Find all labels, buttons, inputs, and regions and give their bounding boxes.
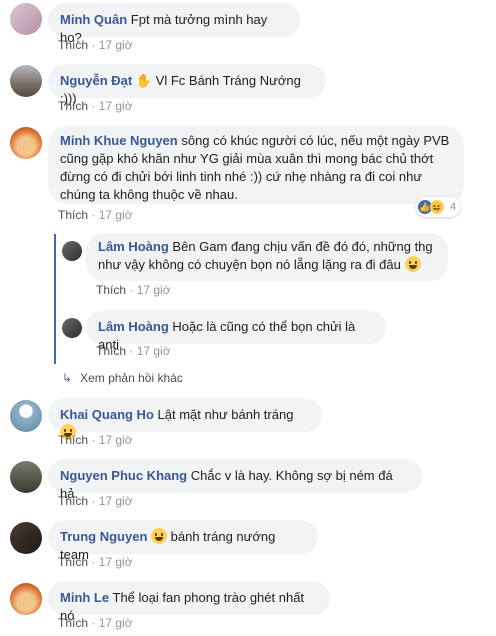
comment-text: Lật mặt như bánh tráng	[157, 407, 294, 422]
timestamp[interactable]: 17 giờ	[99, 433, 133, 447]
timestamp[interactable]: 17 giờ	[99, 208, 133, 222]
avatar[interactable]	[10, 3, 42, 35]
timestamp[interactable]: 17 giờ	[137, 344, 171, 358]
timestamp[interactable]: 17 giờ	[99, 38, 133, 52]
like-link[interactable]: Thích	[58, 616, 88, 630]
comment-meta: Thích · 17 giờ	[58, 616, 133, 630]
comment-bubble: Minh Khue Nguyen sông có khúc người có l…	[48, 126, 464, 204]
comment-author[interactable]: Minh Khue Nguyen	[60, 133, 178, 148]
reactions-summary[interactable]: 👍 😆 4	[416, 197, 461, 217]
reply-meta: Thích · 17 giờ	[96, 344, 171, 358]
avatar[interactable]	[10, 461, 42, 493]
reply-author[interactable]: Lâm Hoàng	[98, 239, 169, 254]
timestamp[interactable]: 17 giờ	[99, 494, 133, 508]
like-link[interactable]: Thích	[58, 38, 88, 52]
comment-author[interactable]: Nguyen Phuc Khang	[60, 468, 187, 483]
avatar[interactable]	[62, 241, 82, 261]
avatar[interactable]	[62, 318, 82, 338]
reaction-count: 4	[450, 201, 457, 213]
like-link[interactable]: Thích	[96, 283, 126, 297]
comment-bubble: Minh Le Thể loại fan phong trào ghét nhấ…	[48, 581, 330, 623]
reply-thread-line	[54, 234, 56, 364]
comment-author[interactable]: Nguyễn Đạt	[60, 73, 132, 88]
avatar[interactable]	[10, 400, 42, 432]
comment-author[interactable]: Minh Le	[60, 590, 109, 605]
like-link[interactable]: Thích	[96, 344, 126, 358]
reply-meta: Thích · 17 giờ	[96, 283, 171, 297]
view-more-replies-label: Xem phản hồi khác	[80, 371, 183, 385]
comment-meta: Thích · 17 giờ	[58, 38, 133, 52]
reply-bubble: Lâm Hoàng Hoặc là cũng có thể bọn chửi l…	[86, 310, 386, 352]
like-link[interactable]: Thích	[58, 433, 88, 447]
reply-arrow-icon: ↳	[62, 371, 73, 385]
haha-reaction-icon: 😆	[430, 200, 444, 214]
timestamp[interactable]: 17 giờ	[99, 555, 133, 569]
comment-meta: Thích · 17 giờ	[58, 99, 133, 113]
comment-meta: Thích · 17 giờ	[58, 494, 133, 508]
comment-bubble: Trung Nguyen bánh tráng nướng team	[48, 520, 318, 562]
avatar[interactable]	[10, 583, 42, 615]
comment-author[interactable]: Khai Quang Ho	[60, 407, 154, 422]
reply-author[interactable]: Lâm Hoàng	[98, 319, 169, 334]
like-link[interactable]: Thích	[58, 494, 88, 508]
laughing-emoji-icon	[151, 528, 168, 544]
like-link[interactable]: Thích	[58, 555, 88, 569]
comment-author[interactable]: Minh Quân	[60, 12, 127, 27]
reply-bubble: Lâm Hoàng Bên Gam đang chịu vấn đề đó đó…	[86, 233, 448, 281]
like-link[interactable]: Thích	[58, 208, 88, 222]
comment-meta: Thích · 17 giờ	[58, 555, 133, 569]
comment-meta: Thích · 17 giờ	[58, 208, 133, 222]
comment-meta: Thích · 17 giờ	[58, 433, 133, 447]
timestamp[interactable]: 17 giờ	[137, 283, 171, 297]
comment-bubble: Khai Quang Ho Lật mặt như bánh tráng	[48, 398, 322, 440]
comment-author[interactable]: Trung Nguyen	[60, 529, 147, 544]
comment-bubble: Minh Quân Fpt mà tưởng mình hay ho?	[48, 3, 300, 45]
avatar[interactable]	[10, 127, 42, 159]
timestamp[interactable]: 17 giờ	[99, 99, 133, 113]
avatar[interactable]	[10, 522, 42, 554]
comment-bubble: Nguyen Phuc Khang Chắc v là hay. Không s…	[48, 459, 422, 501]
hand-icon: ✋	[135, 73, 153, 88]
like-link[interactable]: Thích	[58, 99, 88, 113]
avatar[interactable]	[10, 65, 42, 97]
timestamp[interactable]: 17 giờ	[99, 616, 133, 630]
view-more-replies-link[interactable]: ↳ Xem phản hồi khác	[62, 371, 183, 385]
moon-emoji-icon	[404, 256, 421, 272]
comment-bubble: Nguyễn Đạt ✋ Vl Fc Bánh Tráng Nướng :)))	[48, 64, 326, 106]
